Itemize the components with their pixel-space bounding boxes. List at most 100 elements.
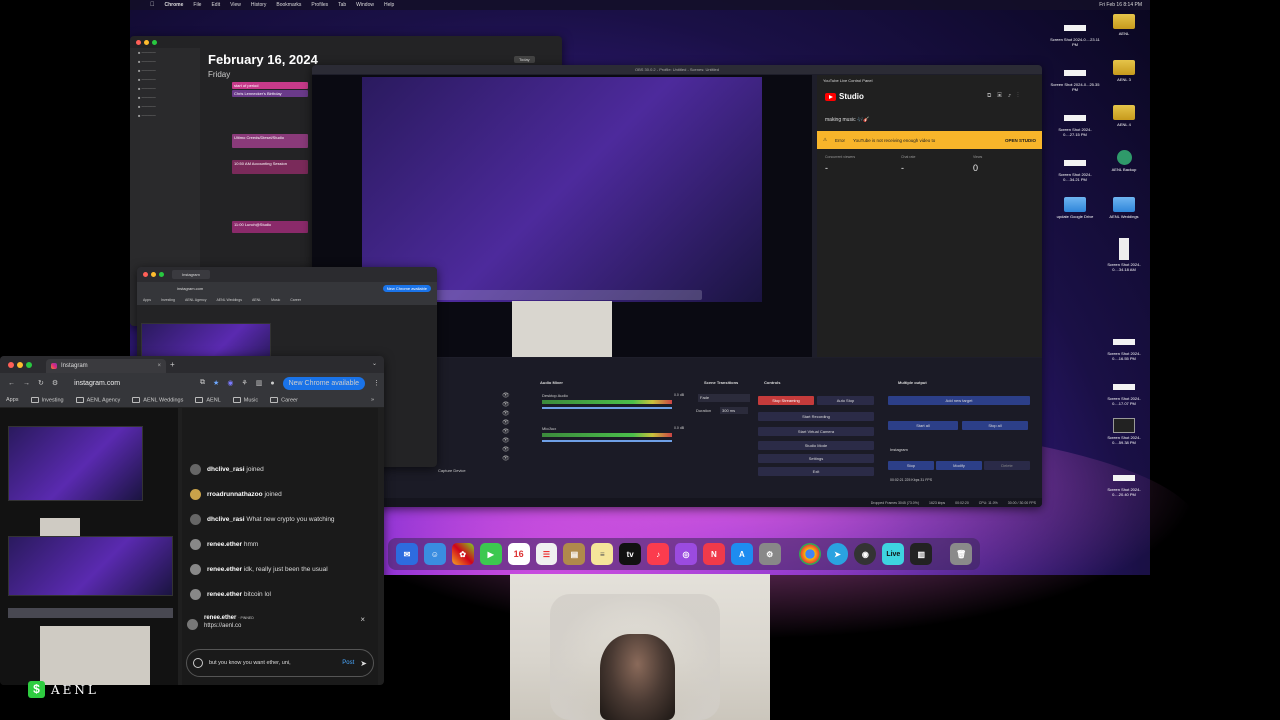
new-tab-icon[interactable]: + (170, 360, 175, 369)
finder-icon[interactable]: ☺ (423, 543, 446, 565)
start-all-button[interactable]: Start all (888, 421, 958, 430)
calendar-event[interactable]: start of period (232, 82, 308, 89)
bookmark-folder[interactable]: AENL Agency (76, 397, 121, 403)
desktop-file[interactable]: Screen Shot 2024-0...25.35 PM (1050, 65, 1100, 92)
menu-tab[interactable]: Tab (338, 2, 346, 8)
emoji-icon[interactable] (193, 658, 203, 668)
auto-stop-button[interactable]: Auto Stop (817, 396, 874, 405)
close-icon[interactable] (8, 362, 14, 368)
zoom-icon[interactable] (152, 40, 157, 45)
notes-icon[interactable]: ≡ (591, 543, 614, 565)
calendar-list-item[interactable]: ■ ───── (130, 66, 200, 75)
cast-icon[interactable]: ⧉ (200, 379, 205, 387)
desktop-file[interactable]: Screen Shot 2024-0....23.11 PM (1050, 20, 1100, 47)
start-virtual-camera-button[interactable]: Start Virtual Camera (758, 427, 874, 436)
menu-history[interactable]: History (251, 2, 267, 8)
menu-clock[interactable]: Fri Feb 16 8:14 PM (1099, 2, 1150, 8)
close-icon[interactable] (143, 272, 148, 277)
podcasts-icon[interactable]: ◎ (675, 543, 697, 565)
bookmark-star-icon[interactable]: ★ (213, 379, 219, 387)
chat-user[interactable]: renee.ether (207, 541, 242, 548)
menu-bookmarks[interactable]: Bookmarks (276, 2, 301, 8)
calendar-event[interactable]: 10:50 AM Accounting Session (232, 160, 308, 174)
trash-icon[interactable]: 🗑 (950, 543, 973, 565)
duration-input[interactable]: 300 ms (720, 407, 748, 414)
site-info-icon[interactable]: ⚙ (52, 379, 58, 387)
bookmarks-overflow-icon[interactable]: » (371, 397, 374, 403)
avatar[interactable] (190, 514, 201, 525)
chat-user[interactable]: renee.ether (207, 566, 242, 573)
menu-edit[interactable]: Edit (211, 2, 220, 8)
calendar-list-item[interactable]: ■ ───── (130, 111, 200, 120)
bookmark-folder[interactable]: Investing (31, 397, 64, 403)
desktop-file[interactable]: Screen Shot 2024-0....20.40 PM (1099, 470, 1149, 497)
stop-streaming-button[interactable]: Stop Streaming (758, 396, 814, 405)
chat-user[interactable]: rroadrunnathazoo (207, 491, 263, 498)
stop-all-button[interactable]: Stop all (962, 421, 1028, 430)
menu-app-name[interactable]: Chrome (165, 2, 184, 8)
studio-mode-button[interactable]: Studio Mode (758, 441, 874, 450)
desktop-file[interactable]: Screen Shot 2024-0....17.07 PM (1099, 379, 1149, 406)
mail-icon[interactable]: ✉ (396, 543, 418, 565)
apple-icon[interactable]:  (150, 2, 155, 8)
desktop-file[interactable]: Screen Shot 2024-0....34.21 PM (1050, 155, 1100, 182)
mic-audio-slider[interactable] (542, 440, 672, 442)
apple-tv-icon[interactable]: tv (619, 543, 642, 565)
desktop-folder[interactable]: AENL 3 (1099, 60, 1149, 82)
desktop-folder[interactable]: AENL 4 (1099, 105, 1149, 127)
url-field[interactable]: instagram.com (74, 380, 120, 387)
calendar-list-item[interactable]: ■ ───── (130, 84, 200, 93)
back-bookmark[interactable]: Investing (161, 298, 175, 302)
desktop-file[interactable]: Screen Shot 2024-0....16.55 PM (1099, 334, 1149, 361)
pinned-link[interactable]: https://aenl.co (204, 623, 254, 629)
comment-input[interactable]: but you know you want ether, uni, (209, 659, 307, 667)
menu-help[interactable]: Help (384, 2, 394, 8)
calendar-list-item[interactable]: ■ ───── (130, 93, 200, 102)
calendar-list-item[interactable]: ■ ───── (130, 57, 200, 66)
start-recording-button[interactable]: Start Recording (758, 412, 874, 421)
pinned-user[interactable]: renee.ether (204, 615, 236, 621)
back-url[interactable]: instagram.com (177, 286, 203, 291)
desktop-file[interactable]: Screen Shot 2024-0....34.18 AM (1099, 238, 1149, 272)
desktop-folder[interactable]: AENL Weddings (1099, 197, 1149, 219)
zoom-icon[interactable] (159, 272, 164, 277)
target-delete-button[interactable]: Delete (984, 461, 1030, 470)
back-bookmark[interactable]: AENL (252, 298, 261, 302)
desktop-app[interactable]: AENL Backup (1099, 150, 1149, 172)
avatar[interactable] (190, 539, 201, 550)
send-icon[interactable]: ➤ (360, 659, 367, 668)
back-tab-instagram[interactable]: Instagram (172, 270, 210, 279)
obs-icon[interactable]: ◉ (854, 543, 877, 565)
tab-search-icon[interactable]: ⌄ (372, 360, 377, 367)
close-icon[interactable] (136, 40, 141, 45)
profile-avatar-icon[interactable]: ● (270, 380, 274, 387)
chrome-icon[interactable] (798, 543, 821, 565)
menu-profiles[interactable]: Profiles (311, 2, 328, 8)
calendar-list-item[interactable]: ■ ───── (130, 75, 200, 84)
minimize-icon[interactable] (144, 40, 149, 45)
news-icon[interactable]: N (702, 543, 725, 565)
avatar[interactable] (190, 564, 201, 575)
calendar-list-item[interactable]: ■ ───── (130, 102, 200, 111)
live-video-area[interactable]: 🔇 (0, 408, 178, 685)
back-arrow-icon[interactable]: ← (8, 380, 15, 387)
settings-button[interactable]: Settings (758, 454, 874, 463)
calendar-event[interactable]: Chris Lennecker's Birthday (232, 90, 308, 97)
telegram-icon[interactable]: ➤ (826, 543, 849, 565)
transition-select[interactable]: Fade (698, 394, 750, 402)
open-studio-button[interactable]: OPEN STUDIO (1005, 138, 1036, 143)
post-button[interactable]: Post (342, 660, 354, 666)
desktop-folder[interactable]: AENL (1099, 14, 1149, 36)
chat-user[interactable]: dhclive_rasi (207, 516, 245, 523)
bookmark-folder[interactable]: Career (270, 397, 298, 403)
avatar[interactable] (190, 489, 201, 500)
minimize-icon[interactable] (151, 272, 156, 277)
bookmark-folder[interactable]: AENL Weddings (132, 397, 183, 403)
bookmark-apps[interactable]: Apps (6, 397, 19, 403)
back-bookmark[interactable]: Apps (143, 298, 151, 302)
tab-close-icon[interactable]: × (157, 363, 161, 369)
calendar-event[interactable]: 11:00 Lunch@Studio (232, 221, 308, 233)
extension-icon[interactable]: ◉ (227, 379, 233, 387)
desktop-audio-slider[interactable] (542, 407, 672, 409)
source-visibility-icons[interactable]: 👁 👁 👁 👁 👁 👁 👁 👁 (502, 392, 510, 464)
